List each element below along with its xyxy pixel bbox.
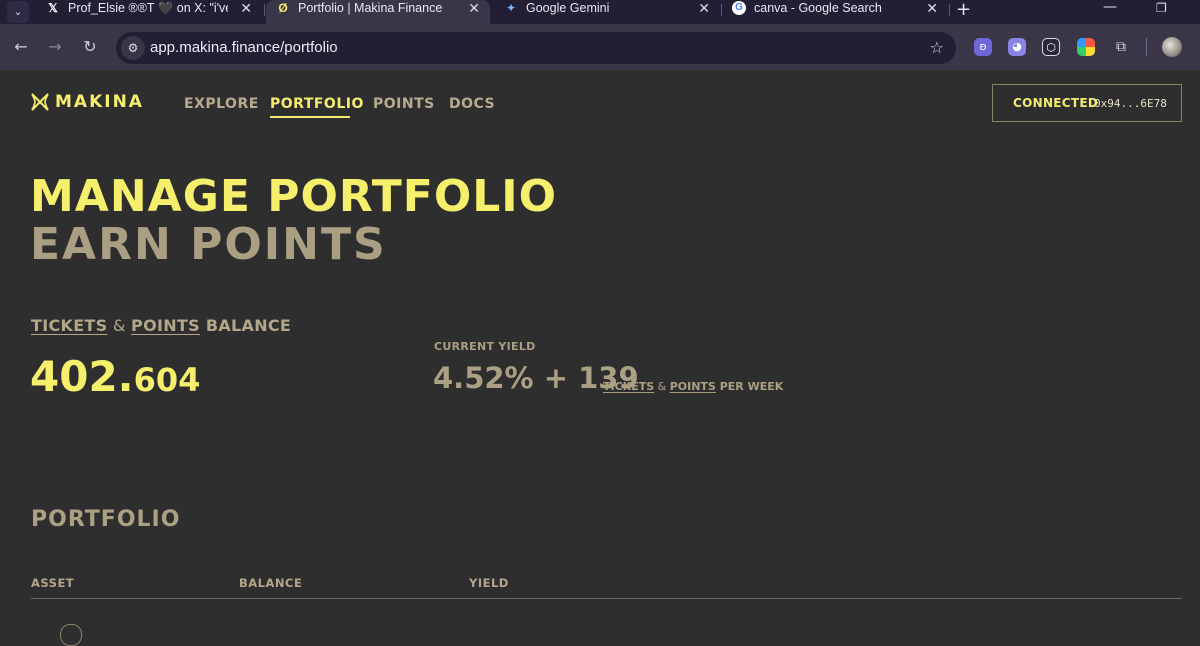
ampersand: &: [107, 316, 132, 335]
x-logo-icon: 𝕏: [48, 1, 58, 15]
tab-makina-portfolio[interactable]: Ø Portfolio | Makina Finance ✕: [266, 0, 490, 24]
tab-separator: [264, 4, 265, 16]
wallet-address: 0x94...6E78: [1094, 97, 1167, 110]
tickets-link[interactable]: TICKETS: [31, 316, 107, 335]
reload-icon[interactable]: ↻: [80, 36, 100, 58]
balance-integer: 402.: [30, 352, 134, 401]
gemini-icon: ✦: [505, 1, 517, 15]
bookmark-star-icon[interactable]: ☆: [930, 32, 944, 64]
balance-word: BALANCE: [199, 316, 292, 335]
nav-points[interactable]: POINTS: [373, 96, 435, 112]
rainbow-extension-icon[interactable]: [1077, 38, 1095, 56]
per-week-text: PER WEEK: [715, 380, 784, 393]
tab-title: Prof_Elsie ®®T 🖤 on X: "i've be: [68, 1, 228, 15]
restore-window-icon[interactable]: ❐: [1156, 1, 1167, 15]
column-header-yield[interactable]: YIELD: [469, 576, 509, 590]
tab-close-icon[interactable]: ✕: [468, 0, 480, 16]
tab-title: Google Gemini: [526, 1, 610, 15]
bunny-extension-icon[interactable]: ʚ: [974, 38, 992, 56]
minimize-icon[interactable]: —: [1103, 0, 1117, 15]
tab-google-gemini[interactable]: ✦ Google Gemini ✕: [494, 0, 720, 24]
tab-x-post[interactable]: 𝕏 Prof_Elsie ®®T 🖤 on X: "i've be ✕: [36, 0, 262, 24]
ampersand: &: [654, 380, 670, 393]
ghost-extension-icon[interactable]: ◕: [1008, 38, 1026, 56]
logo-text[interactable]: MAKINA: [55, 92, 144, 112]
column-header-balance[interactable]: BALANCE: [239, 576, 302, 590]
address-bar[interactable]: ⚙ app.makina.finance/portfolio ☆: [116, 32, 956, 64]
balance-label: TICKETS & POINTS BALANCE: [31, 316, 291, 335]
points-link[interactable]: POINTS: [131, 316, 200, 335]
nav-docs[interactable]: DOCS: [449, 96, 495, 112]
points-link[interactable]: POINTS: [670, 380, 716, 393]
tab-google-search[interactable]: G canva - Google Search ✕: [722, 0, 948, 24]
tab-search-icon[interactable]: ⌄: [7, 1, 29, 23]
profile-avatar[interactable]: [1162, 37, 1182, 57]
table-divider: [31, 598, 1182, 599]
nav-portfolio[interactable]: PORTFOLIO: [270, 96, 364, 112]
asset-icon: [60, 624, 82, 646]
connect-label: CONNECTED: [1013, 96, 1099, 110]
balance-decimals: 604: [133, 361, 201, 399]
hero-title: MANAGE PORTFOLIO: [30, 171, 558, 222]
site-settings-icon[interactable]: ⚙: [121, 36, 145, 60]
tab-separator: [949, 4, 950, 16]
tab-close-icon[interactable]: ✕: [240, 0, 252, 16]
portfolio-heading: PORTFOLIO: [31, 507, 181, 532]
current-yield-label: CURRENT YIELD: [434, 340, 536, 353]
forward-arrow-icon[interactable]: →: [45, 36, 65, 58]
tab-title: canva - Google Search: [754, 1, 882, 15]
tickets-link[interactable]: TICKETS: [603, 380, 654, 393]
google-icon: G: [732, 1, 746, 15]
site-header: MAKINA EXPLORE PORTFOLIO POINTS DOCS CON…: [0, 70, 1200, 140]
browser-tab-strip: ⌄ 𝕏 Prof_Elsie ®®T 🖤 on X: "i've be ✕ Ø …: [0, 0, 1200, 24]
wallet-connected-button[interactable]: CONNECTED 0x94...6E78: [992, 84, 1182, 122]
column-header-asset[interactable]: ASSET: [31, 576, 74, 590]
tab-close-icon[interactable]: ✕: [926, 0, 938, 16]
makina-logo-icon: Ø: [278, 1, 288, 15]
hex-extension-icon[interactable]: ⬡: [1042, 38, 1060, 56]
active-nav-underline: [270, 116, 350, 118]
tab-title: Portfolio | Makina Finance: [298, 1, 443, 15]
new-tab-button[interactable]: +: [956, 0, 971, 20]
toolbar-separator: [1146, 38, 1147, 56]
balance-value: 402.604: [30, 352, 200, 401]
makina-logo-icon[interactable]: [31, 93, 49, 111]
back-arrow-icon[interactable]: ←: [11, 36, 31, 58]
tab-close-icon[interactable]: ✕: [698, 0, 710, 16]
url-text[interactable]: app.makina.finance/portfolio: [150, 32, 338, 64]
nav-explore[interactable]: EXPLORE: [184, 96, 259, 112]
puzzle-extensions-icon[interactable]: ⧉: [1112, 38, 1130, 56]
hero-subtitle: EARN POINTS: [30, 219, 387, 270]
yield-suffix: TICKETS & POINTS PER WEEK: [603, 380, 783, 393]
browser-toolbar: ← → ↻ ⚙ app.makina.finance/portfolio ☆ ʚ…: [0, 24, 1200, 70]
